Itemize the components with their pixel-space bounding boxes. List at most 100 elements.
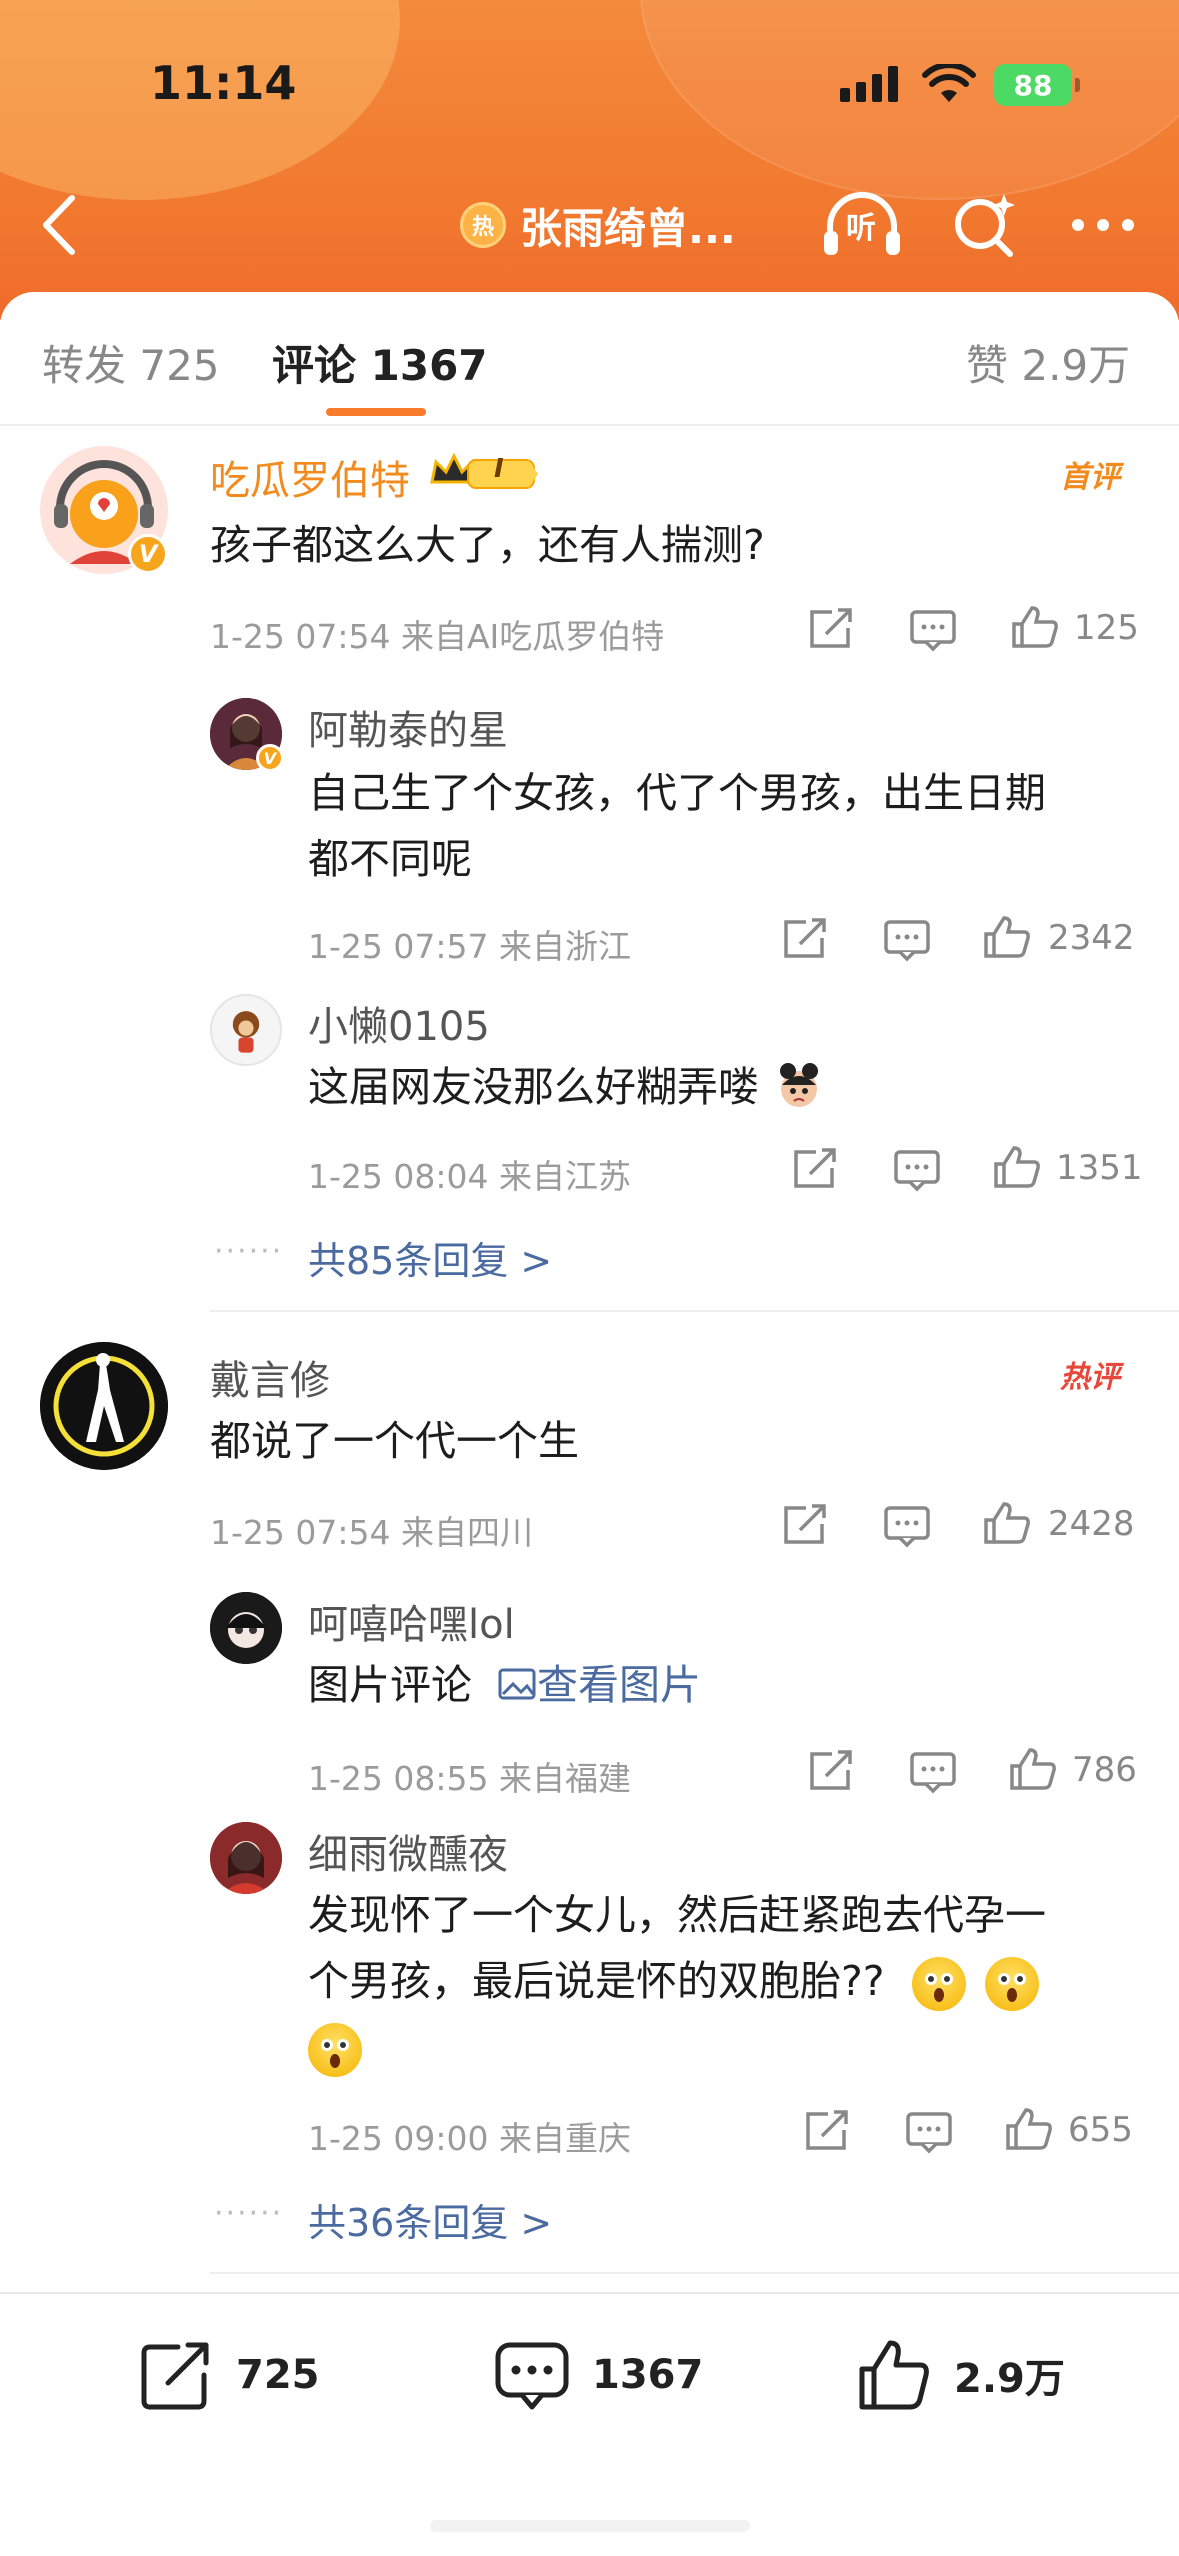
status-time: 11:14	[150, 56, 297, 110]
divider	[210, 2272, 1179, 2274]
reply-text-row	[308, 2014, 362, 2080]
reply-text: 都不同呢	[308, 835, 472, 883]
tab-likes[interactable]: 赞 2.9万	[966, 332, 1130, 393]
girl-avatar-image	[210, 1822, 282, 1894]
share-icon[interactable]	[780, 1502, 830, 1548]
silhouette-avatar-image	[40, 1342, 168, 1470]
reply-text: 自己生了个女孩，代了个男孩，出生日期	[308, 769, 1046, 817]
comment-meta: 1-25 07:54 来自四川	[210, 1513, 533, 1552]
listen-button[interactable]: 听	[820, 185, 904, 265]
repost-button[interactable]: 725	[138, 2330, 320, 2420]
hot-comment-tag: 热评	[1060, 1360, 1120, 1395]
nav-title[interactable]: 热 张雨绮曾...	[460, 190, 736, 260]
share-icon[interactable]	[806, 606, 856, 652]
search-icon[interactable]	[950, 190, 1020, 260]
reply-meta: 1-25 07:57 来自浙江	[308, 927, 631, 966]
comment-username[interactable]: 吃瓜罗伯特	[210, 448, 410, 506]
avatar[interactable]	[40, 1342, 168, 1470]
share-icon[interactable]	[806, 1748, 856, 1794]
reply-username[interactable]: 阿勒泰的星	[308, 698, 508, 756]
comment-icon[interactable]	[882, 1502, 932, 1548]
reply-meta: 1-25 08:55 来自福建	[308, 1759, 631, 1798]
verified-badge-icon: V	[128, 534, 168, 574]
more-icon[interactable]	[1068, 205, 1138, 245]
tab-bar: 转发 725 评论 1367 赞 2.9万	[0, 292, 1179, 424]
tab-comments[interactable]: 评论 1367	[272, 332, 488, 393]
back-arrow-icon[interactable]	[34, 190, 84, 260]
like-total: 2.9万	[954, 2356, 1065, 2402]
vip-level: I	[494, 454, 504, 484]
divider	[210, 1310, 1179, 1312]
like-count: 786	[1072, 1750, 1137, 1790]
reply-username[interactable]: 小懒0105	[308, 994, 490, 1052]
vip-crown-icon: I	[428, 452, 540, 492]
verified-badge-icon: V	[256, 744, 284, 772]
comment-button[interactable]: 1367	[494, 2330, 703, 2420]
reply-text-row: 个男孩，最后说是怀的双胞胎??	[308, 1948, 1128, 2014]
comment-bubble-icon	[495, 2342, 569, 2410]
hot-badge-label: 热	[471, 215, 494, 240]
active-tab-indicator	[326, 408, 426, 416]
like-icon[interactable]	[992, 1144, 1042, 1190]
avatar[interactable]	[210, 1822, 282, 1894]
battery-icon: 88	[994, 64, 1080, 106]
reply-text: 发现怀了一个女儿，然后赶紧跑去代孕一	[308, 1891, 1046, 1939]
like-icon[interactable]	[982, 914, 1032, 960]
like-icon[interactable]	[1008, 1746, 1058, 1792]
like-count: 655	[1068, 2110, 1133, 2150]
divider	[0, 424, 1179, 426]
listen-label: 听	[846, 211, 876, 246]
reply-text-row: 这届网友没那么好糊弄喽	[308, 1054, 826, 1120]
shocked-emoji-icon	[308, 2023, 362, 2077]
shocked-emoji-icon	[984, 1957, 1039, 2011]
status-icons: 88	[840, 58, 1080, 112]
comment-icon[interactable]	[908, 606, 958, 652]
battery-level: 88	[1013, 68, 1053, 102]
image-icon	[498, 1668, 536, 1700]
reply-text: 个男孩，最后说是怀的双胞胎??	[308, 1957, 885, 2005]
view-image-link[interactable]: 查看图片	[497, 1661, 701, 1709]
first-comment-tag: 首评	[1060, 460, 1120, 495]
like-button[interactable]: 2.9万	[856, 2330, 1065, 2420]
cellular-signal-icon	[840, 64, 904, 106]
reply-meta: 1-25 09:00 来自重庆	[308, 2119, 631, 2158]
comment-meta: 1-25 07:54 来自AI吃瓜罗伯特	[210, 617, 665, 656]
reply-text: 图片评论	[308, 1661, 472, 1709]
comment-icon[interactable]	[892, 1146, 942, 1192]
like-count: 1351	[1056, 1148, 1143, 1188]
divider	[0, 2292, 1179, 2294]
like-count: 125	[1074, 608, 1139, 648]
repost-icon	[141, 2342, 209, 2410]
avatar[interactable]	[210, 994, 282, 1066]
wifi-icon	[922, 64, 976, 102]
like-icon[interactable]	[982, 1500, 1032, 1546]
reply-text-row: 图片评论 查看图片	[308, 1652, 701, 1718]
comment-count: 1367	[592, 2352, 704, 2398]
comment-username[interactable]: 戴言修	[210, 1348, 330, 1406]
view-image-label: 查看图片	[537, 1661, 702, 1709]
comment-text: 孩子都这么大了，还有人揣测?	[210, 521, 765, 569]
post-title: 张雨绮曾...	[520, 203, 736, 253]
dots-separator: ······	[214, 2196, 284, 2231]
reply-username[interactable]: 细雨微醺夜	[308, 1822, 508, 1880]
tab-repost[interactable]: 转发 725	[42, 332, 220, 393]
thumbs-up-icon	[859, 2340, 929, 2410]
dots-separator: ······	[214, 1234, 284, 1269]
more-replies-link[interactable]: 共85条回复 >	[308, 1230, 552, 1285]
comment-icon[interactable]	[908, 1748, 958, 1794]
like-count: 2428	[1048, 1504, 1135, 1544]
more-replies-link[interactable]: 共36条回复 >	[308, 2192, 552, 2247]
avatar[interactable]	[210, 1592, 282, 1664]
share-icon[interactable]	[802, 2108, 852, 2154]
doll-avatar-image	[210, 1592, 282, 1664]
share-icon[interactable]	[790, 1146, 840, 1192]
like-icon[interactable]	[1010, 604, 1060, 650]
comment-icon[interactable]	[904, 2108, 954, 2154]
monkey-avatar-image	[232, 1011, 260, 1053]
reply-username[interactable]: 呵嘻哈嘿lol	[308, 1592, 515, 1650]
comment-icon[interactable]	[882, 916, 932, 962]
like-icon[interactable]	[1004, 2106, 1054, 2152]
reply-text: 这届网友没那么好糊弄喽	[308, 1063, 759, 1111]
repost-count: 725	[236, 2352, 320, 2398]
share-icon[interactable]	[780, 916, 830, 962]
